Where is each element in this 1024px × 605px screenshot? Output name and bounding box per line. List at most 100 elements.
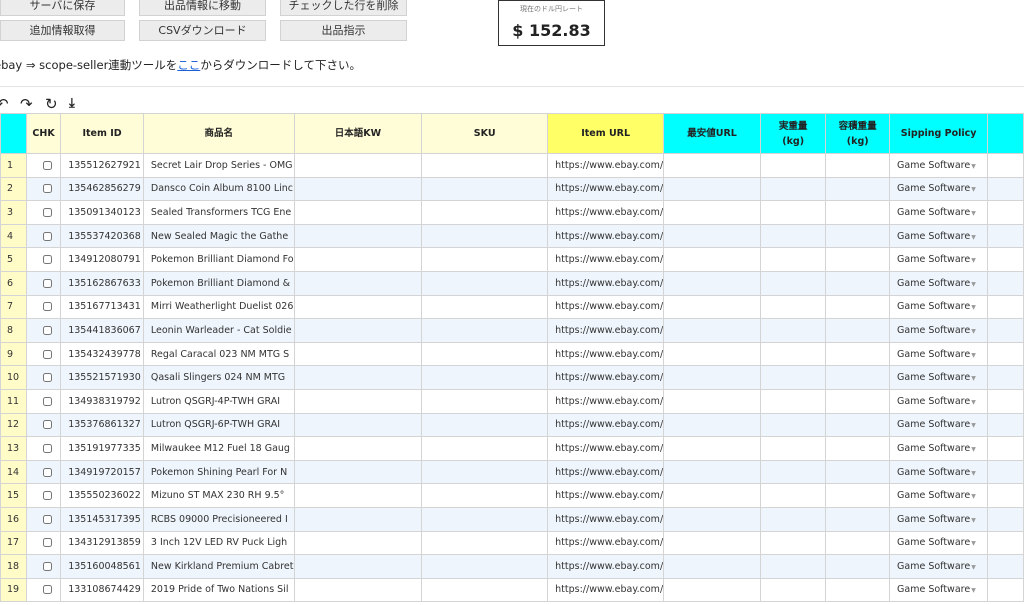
fetch-additional-info-button[interactable]: 追加情報取得 — [0, 20, 125, 41]
chevron-down-icon[interactable]: ▼ — [971, 422, 976, 429]
redo-icon[interactable]: ↷ — [20, 97, 33, 112]
shipping-policy-cell[interactable]: Game Software▼ — [889, 554, 989, 579]
cheapest-url-cell[interactable] — [663, 294, 761, 320]
table-row[interactable]: 11 134938319792 Lutron QSGRJ-4P-TWH GRAI ht… — [0, 388, 1024, 414]
volume-weight-cell[interactable] — [825, 577, 891, 603]
japanese-kw-cell[interactable] — [293, 341, 423, 367]
item-id-cell[interactable]: 133108674429 — [60, 577, 144, 603]
row-checkbox-cell[interactable] — [25, 365, 62, 390]
item-url-cell[interactable]: https://www.ebay.com/ — [547, 247, 665, 272]
row-checkbox-cell[interactable] — [25, 459, 62, 485]
japanese-kw-cell[interactable] — [293, 436, 423, 461]
item-url-cell[interactable]: https://www.ebay.com/ — [547, 506, 665, 532]
cheapest-url-cell[interactable] — [663, 577, 761, 603]
item-url-cell[interactable]: https://www.ebay.com/ — [547, 294, 665, 320]
shipping-policy-cell[interactable]: Game Software▼ — [889, 506, 989, 532]
row-checkbox-cell[interactable] — [25, 223, 62, 249]
chevron-down-icon[interactable]: ▼ — [971, 517, 976, 524]
japanese-kw-cell[interactable] — [293, 176, 423, 202]
sku-cell[interactable] — [421, 247, 549, 272]
row-checkbox-cell[interactable] — [25, 153, 62, 178]
shipping-policy-cell[interactable]: Game Software▼ — [889, 176, 989, 202]
chevron-down-icon[interactable]: ▼ — [971, 587, 976, 594]
item-url-cell[interactable]: https://www.ebay.com/ — [547, 365, 665, 390]
table-row[interactable]: 14 134919720157 Pokemon Shining Pearl For … — [0, 459, 1024, 485]
shipping-policy-cell[interactable]: Game Software▼ — [889, 412, 989, 438]
japanese-kw-cell[interactable] — [293, 530, 423, 556]
table-row[interactable]: 3 135091340123 Sealed Transformers TCG Ene… — [0, 200, 1024, 225]
chevron-down-icon[interactable]: ▼ — [971, 375, 976, 382]
sku-cell[interactable] — [421, 365, 549, 390]
shipping-policy-cell[interactable]: Game Software▼ — [889, 365, 989, 390]
actual-weight-header[interactable]: 実重量 (kg) — [759, 113, 827, 154]
item-url-cell[interactable]: https://www.ebay.com/ — [547, 153, 665, 178]
row-checkbox-cell[interactable] — [25, 412, 62, 438]
actual-weight-cell[interactable] — [759, 223, 827, 249]
japanese-kw-cell[interactable] — [293, 153, 423, 178]
volume-weight-cell[interactable] — [825, 294, 891, 320]
product-name-cell[interactable]: Milwaukee M12 Fuel 18 Gaug — [142, 436, 295, 461]
item-url-cell[interactable]: https://www.ebay.com/ — [547, 554, 665, 579]
actual-weight-cell[interactable] — [759, 554, 827, 579]
volume-weight-cell[interactable] — [825, 200, 891, 225]
chevron-down-icon[interactable]: ▼ — [971, 281, 976, 288]
volume-weight-cell[interactable] — [825, 365, 891, 390]
volume-weight-cell[interactable] — [825, 388, 891, 414]
volume-weight-cell[interactable] — [825, 247, 891, 272]
japanese-kw-cell[interactable] — [293, 554, 423, 579]
shipping-policy-cell[interactable]: Game Software▼ — [889, 436, 989, 461]
table-row[interactable]: 9 135432439778 Regal Caracal 023 NM MTG S h… — [0, 341, 1024, 367]
table-row[interactable]: 6 135162867633 Pokemon Brilliant Diamond &… — [0, 270, 1024, 296]
item-id-cell[interactable]: 135167713431 — [60, 294, 144, 320]
product-name-cell[interactable]: Pokemon Brilliant Diamond Fo — [142, 247, 295, 272]
sku-cell[interactable] — [421, 200, 549, 225]
shipping-policy-cell[interactable]: Game Software▼ — [889, 388, 989, 414]
row-checkbox-cell[interactable] — [25, 436, 62, 461]
row-checkbox-cell[interactable] — [25, 200, 62, 225]
csv-download-button[interactable]: CSVダウンロード — [139, 20, 266, 41]
item-id-cell[interactable]: 134912080791 — [60, 247, 144, 272]
sku-cell[interactable] — [421, 554, 549, 579]
cheapest-url-cell[interactable] — [663, 436, 761, 461]
shipping-policy-cell[interactable]: Game Software▼ — [889, 247, 989, 272]
shipping-policy-cell[interactable]: Game Software▼ — [889, 223, 989, 249]
row-checkbox[interactable] — [42, 561, 52, 571]
item-id-cell[interactable]: 135160048561 — [60, 554, 144, 579]
row-checkbox[interactable] — [42, 373, 52, 383]
sku-cell[interactable] — [421, 294, 549, 320]
download-icon[interactable]: ⤓ — [69, 97, 75, 111]
row-checkbox-cell[interactable] — [25, 176, 62, 202]
item-id-cell[interactable]: 135145317395 — [60, 506, 144, 532]
product-name-cell[interactable]: Mizuno ST MAX 230 RH 9.5° — [142, 483, 295, 508]
japanese-kw-cell[interactable] — [293, 388, 423, 414]
table-row[interactable]: 13 135191977335 Milwaukee M12 Fuel 18 Gaug… — [0, 436, 1024, 461]
volume-weight-cell[interactable] — [825, 341, 891, 367]
table-row[interactable]: 5 134912080791 Pokemon Brilliant Diamond F… — [0, 247, 1024, 272]
listing-instruction-button[interactable]: 出品指示 — [280, 20, 407, 41]
item-url-cell[interactable]: https://www.ebay.com/ — [547, 200, 665, 225]
cheapest-url-cell[interactable] — [663, 223, 761, 249]
table-row[interactable]: 1 135512627921 Secret Lair Drop Series - O… — [0, 153, 1024, 178]
sku-header[interactable]: SKU — [421, 113, 549, 154]
shipping-policy-cell[interactable]: Game Software▼ — [889, 200, 989, 225]
row-checkbox[interactable] — [42, 184, 52, 194]
sku-cell[interactable] — [421, 506, 549, 532]
item-id-cell[interactable]: 135091340123 — [60, 200, 144, 225]
actual-weight-cell[interactable] — [759, 176, 827, 202]
japanese-kw-cell[interactable] — [293, 459, 423, 485]
chevron-down-icon[interactable]: ▼ — [971, 399, 976, 406]
table-row[interactable]: 10 135521571930 Qasali Slingers 024 NM MTG… — [0, 365, 1024, 390]
shipping-policy-cell[interactable]: Game Software▼ — [889, 577, 989, 603]
row-checkbox-cell[interactable] — [25, 318, 62, 343]
actual-weight-cell[interactable] — [759, 388, 827, 414]
table-row[interactable]: 17 134312913859 3 Inch 12V LED RV Puck Lig… — [0, 530, 1024, 556]
cheapest-url-cell[interactable] — [663, 341, 761, 367]
row-checkbox[interactable] — [42, 349, 52, 359]
row-checkbox[interactable] — [42, 207, 52, 217]
sku-cell[interactable] — [421, 388, 549, 414]
item-url-cell[interactable]: https://www.ebay.com/ — [547, 577, 665, 603]
chevron-down-icon[interactable]: ▼ — [971, 163, 976, 170]
volume-weight-cell[interactable] — [825, 223, 891, 249]
table-row[interactable]: 4 135537420368 New Sealed Magic the Gathe h… — [0, 223, 1024, 249]
shipping-policy-header[interactable]: Sipping Policy — [889, 113, 989, 154]
